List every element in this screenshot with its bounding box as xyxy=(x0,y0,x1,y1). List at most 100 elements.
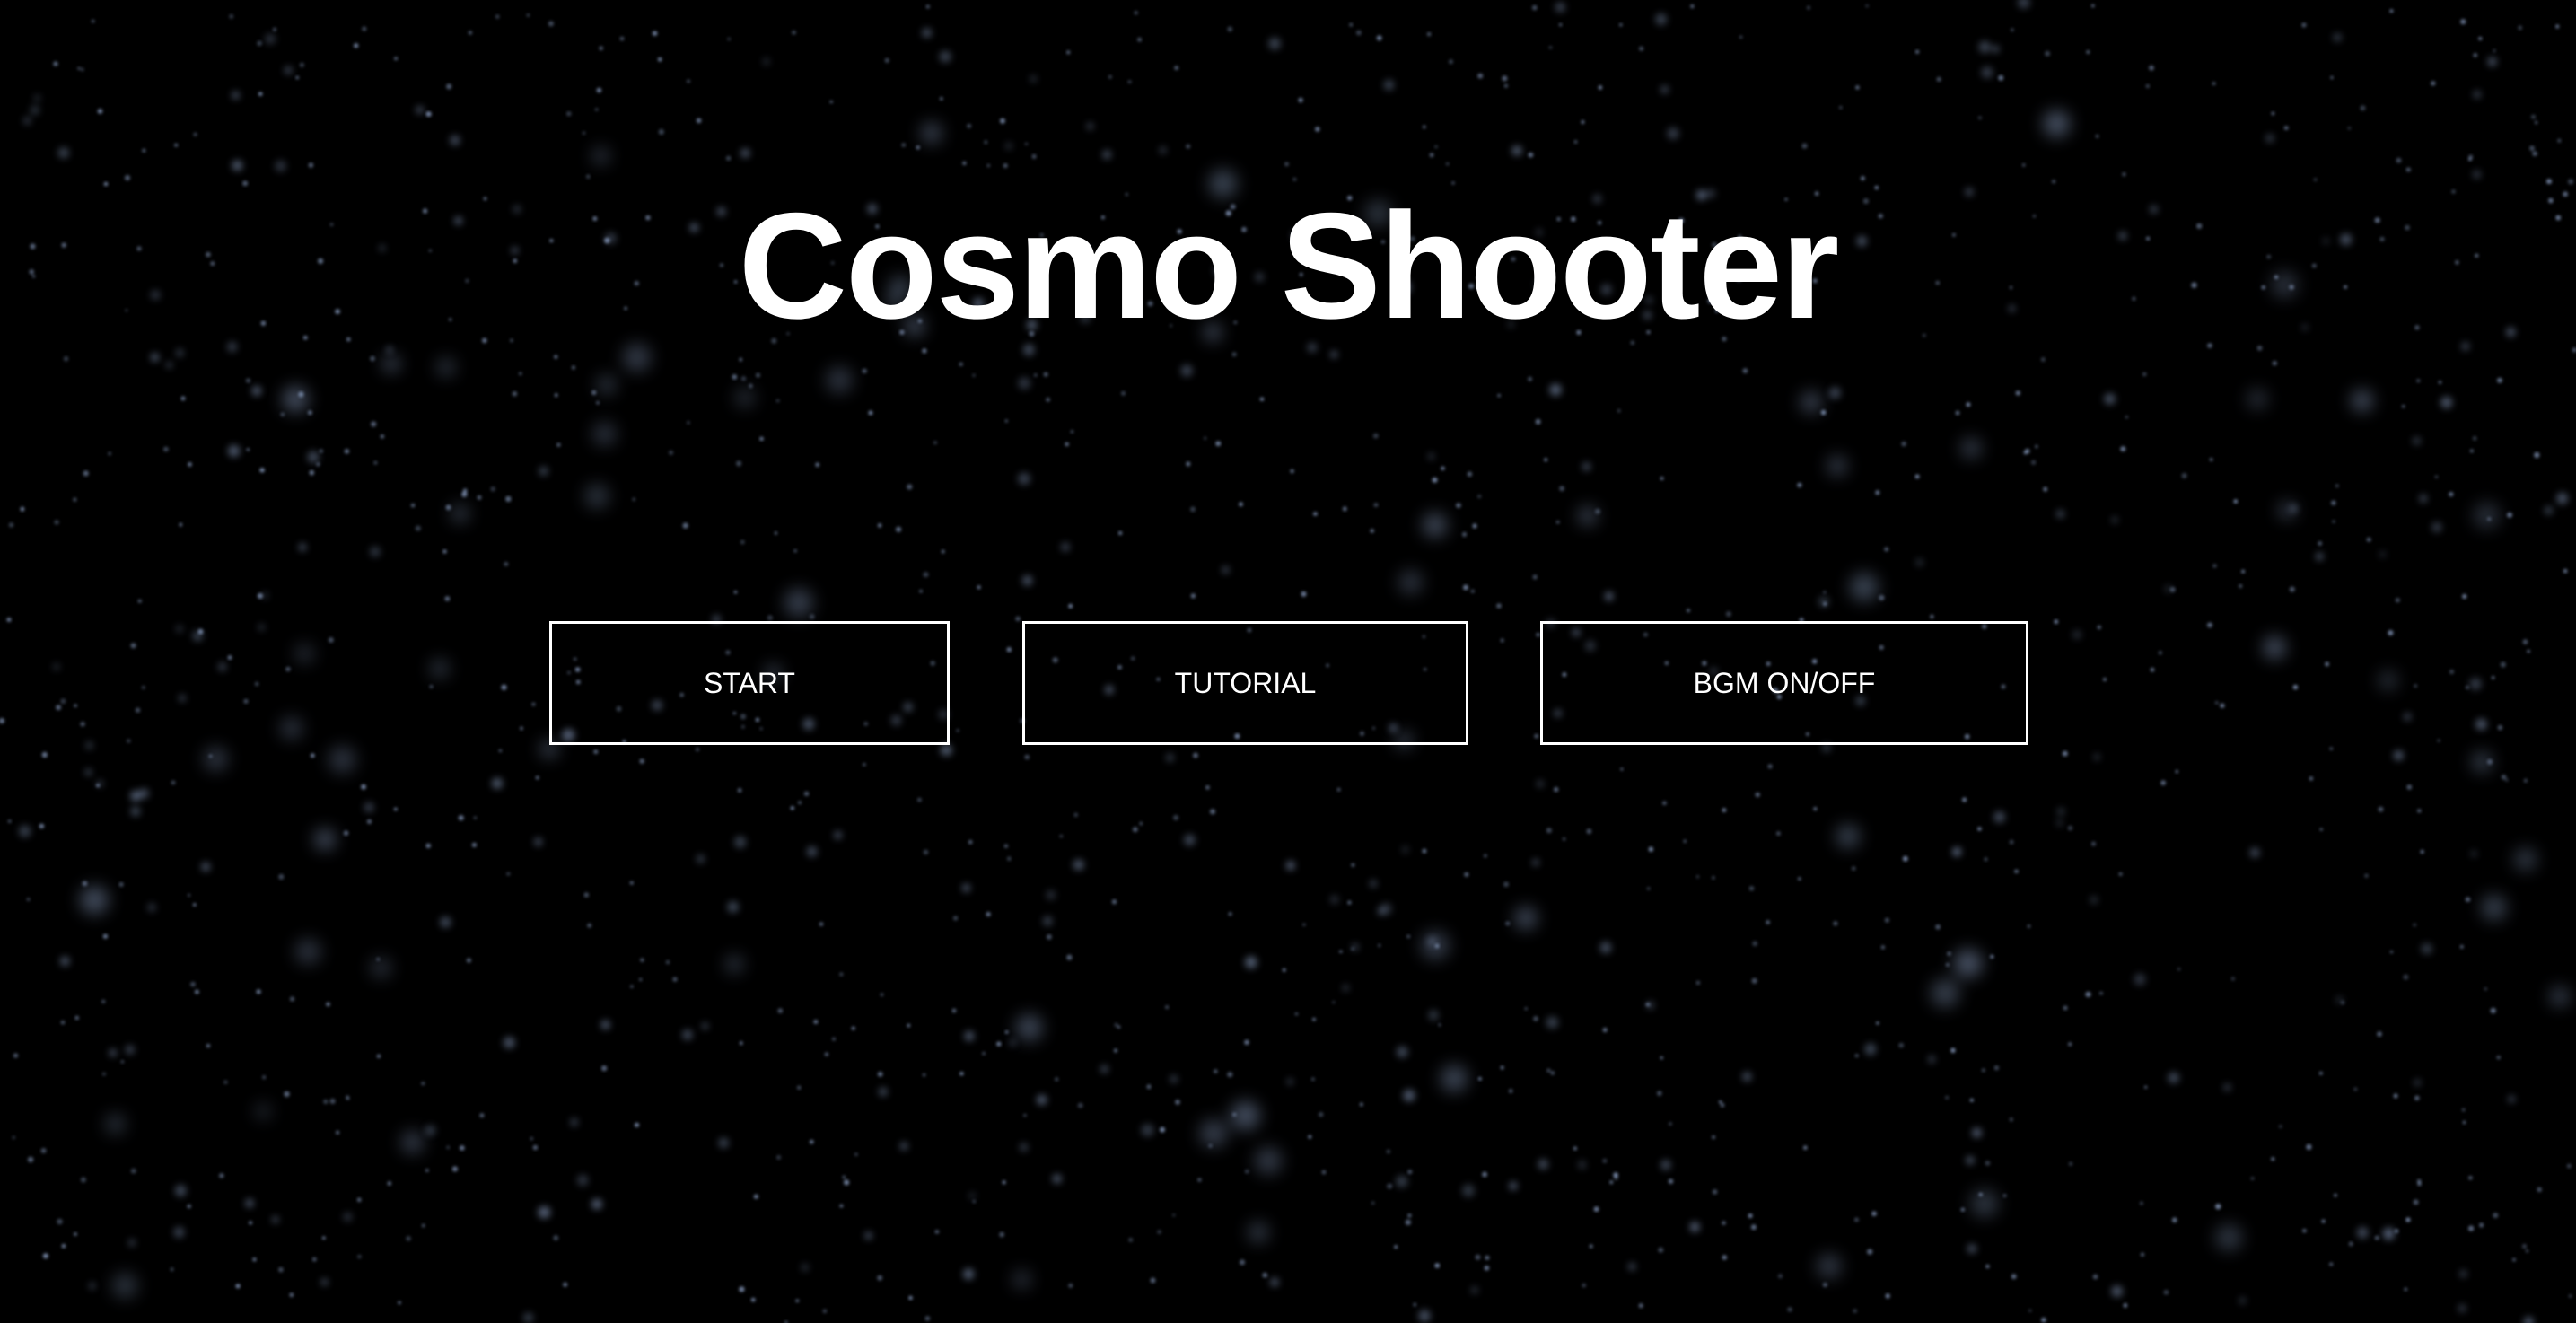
star xyxy=(1647,887,1651,890)
star xyxy=(77,66,81,70)
star xyxy=(1742,368,1748,373)
star xyxy=(2379,671,2397,690)
star xyxy=(1033,373,1038,377)
star xyxy=(219,1173,224,1178)
star xyxy=(532,1144,539,1151)
star xyxy=(2072,630,2081,639)
star xyxy=(1108,74,1112,79)
star xyxy=(2265,134,2274,143)
star xyxy=(1798,877,1801,881)
star xyxy=(73,497,77,502)
star xyxy=(1503,83,1509,88)
star xyxy=(775,399,780,403)
star xyxy=(1222,566,1230,574)
star xyxy=(1531,4,1538,11)
star xyxy=(421,1082,425,1086)
tutorial-button[interactable]: TUTORIAL xyxy=(1022,621,1468,745)
star xyxy=(2487,517,2492,521)
star xyxy=(1351,863,1355,867)
star xyxy=(959,1072,964,1076)
star xyxy=(1578,506,1597,525)
star xyxy=(344,449,350,454)
star xyxy=(376,958,380,961)
star xyxy=(89,1283,96,1289)
star xyxy=(329,1098,336,1104)
star xyxy=(1528,152,1534,158)
star xyxy=(1823,591,1827,594)
star xyxy=(280,412,285,416)
star xyxy=(258,624,265,631)
star xyxy=(193,903,197,907)
star xyxy=(1867,1249,1873,1255)
star xyxy=(2557,138,2562,143)
star xyxy=(6,618,12,622)
star xyxy=(2395,598,2400,603)
star xyxy=(83,470,89,477)
star xyxy=(280,717,303,740)
star xyxy=(1139,821,1143,826)
star xyxy=(227,655,232,661)
star xyxy=(336,1130,340,1135)
star xyxy=(2475,718,2487,731)
star xyxy=(1429,153,1434,158)
star xyxy=(1668,1178,1674,1184)
star xyxy=(1215,441,1222,447)
star xyxy=(1006,647,1012,653)
star xyxy=(2163,1290,2169,1295)
star xyxy=(784,588,813,618)
star xyxy=(1046,397,1050,402)
star xyxy=(1864,1043,1877,1056)
star xyxy=(2045,50,2051,57)
star xyxy=(696,118,702,124)
star xyxy=(959,362,963,366)
star xyxy=(2043,110,2070,137)
star xyxy=(1766,920,1770,924)
star xyxy=(466,958,472,963)
star xyxy=(2086,50,2090,54)
star xyxy=(1977,827,1982,831)
star xyxy=(12,1135,15,1139)
star xyxy=(619,36,625,41)
star xyxy=(1515,907,1537,929)
start-button[interactable]: START xyxy=(549,621,950,745)
star xyxy=(591,390,597,395)
star xyxy=(2068,1042,2072,1047)
star xyxy=(916,145,920,150)
star xyxy=(256,1104,271,1119)
star xyxy=(1021,575,1033,586)
star xyxy=(2212,564,2217,568)
star xyxy=(174,143,179,147)
star xyxy=(2027,924,2031,928)
star xyxy=(863,763,866,767)
star xyxy=(1617,409,1621,413)
star xyxy=(2158,651,2162,655)
star xyxy=(343,830,349,836)
star xyxy=(2512,1257,2516,1262)
star xyxy=(1461,531,1468,538)
star xyxy=(1581,120,1585,124)
bgm-toggle-button[interactable]: BGM ON/OFF xyxy=(1540,621,2028,745)
star xyxy=(1146,1084,1152,1090)
star xyxy=(495,14,500,19)
star xyxy=(1239,1259,1246,1266)
star xyxy=(1967,1244,1977,1254)
star xyxy=(1117,530,1123,536)
star xyxy=(2292,684,2299,690)
star xyxy=(1046,890,1056,900)
star xyxy=(1087,123,1093,130)
star xyxy=(2302,1229,2307,1233)
star xyxy=(1462,1184,1475,1197)
star xyxy=(415,525,421,531)
star xyxy=(810,614,815,619)
star xyxy=(2566,1163,2572,1169)
star xyxy=(749,383,753,389)
star xyxy=(101,999,106,1003)
star xyxy=(1259,397,1265,401)
star xyxy=(1397,1046,1408,1058)
star xyxy=(2171,1217,2177,1223)
star xyxy=(2142,372,2147,377)
star xyxy=(1370,529,1374,533)
star xyxy=(2458,1304,2466,1312)
star xyxy=(1962,797,1967,802)
star xyxy=(923,1073,926,1077)
